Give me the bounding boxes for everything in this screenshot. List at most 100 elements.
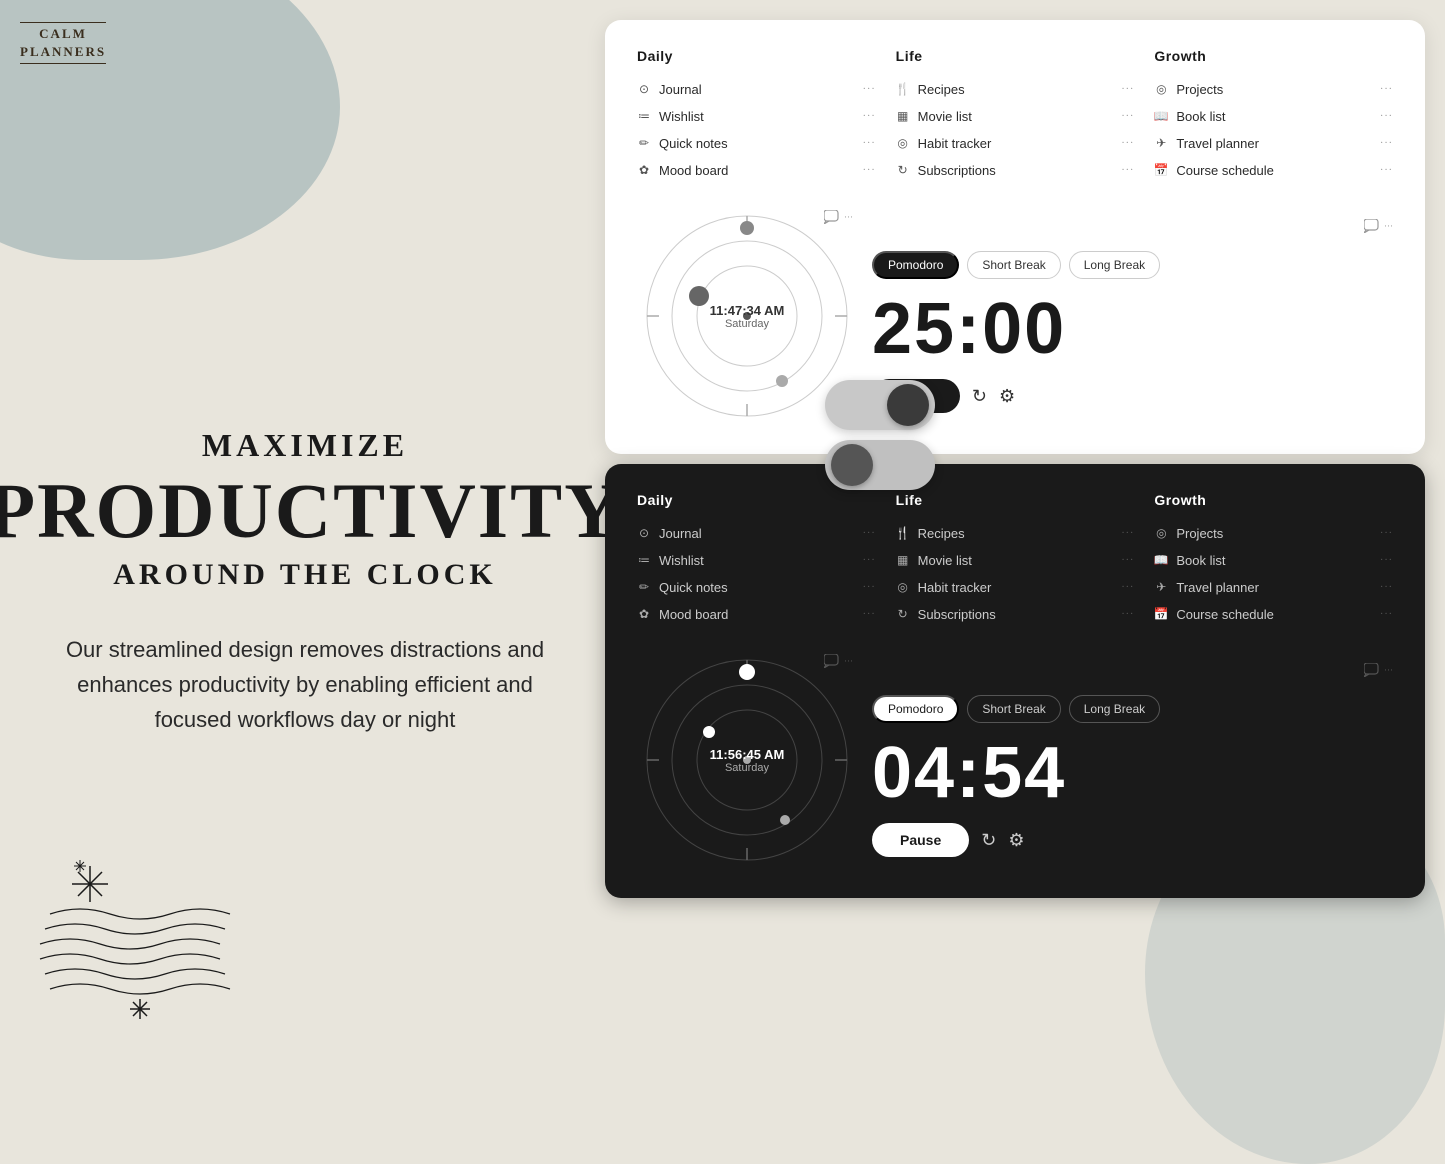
dark-nav-item-courseschedule[interactable]: 📅 Course schedule ···: [1154, 601, 1393, 628]
dark-nav-item-wishlist[interactable]: ≔ Wishlist ···: [637, 547, 876, 574]
dark-nav-item-habittracker[interactable]: ◎ Habit tracker ···: [896, 574, 1135, 601]
wishlist-label: Wishlist: [659, 109, 704, 124]
daily-title: Daily: [637, 48, 876, 64]
light-timer-row: 11:47:34 AM Saturday ··· ··· Pomodoro: [637, 206, 1393, 426]
recipes-label: Recipes: [918, 82, 965, 97]
dark-nav-item-recipes[interactable]: 🍴 Recipes ···: [896, 520, 1135, 547]
nav-item-journal[interactable]: ⊙ Journal ···: [637, 76, 876, 103]
dark-mode-card: Daily ⊙ Journal ··· ≔ Wishlist ···: [605, 464, 1425, 898]
nav-item-moodboard[interactable]: ✿ Mood board ···: [637, 157, 876, 184]
dark-nav-item-travelplanner[interactable]: ✈ Travel planner ···: [1154, 574, 1393, 601]
pomo-tab-short-dark[interactable]: Short Break: [967, 695, 1060, 723]
dark-booklist-label: Book list: [1176, 553, 1225, 568]
maximize-text: MAXIMIZE: [0, 427, 623, 464]
dark-pomo-tabs: Pomodoro Short Break Long Break: [872, 695, 1393, 723]
dark-pomodoro-widget: ··· Pomodoro Short Break Long Break 04:5…: [872, 650, 1393, 870]
nav-item-projects[interactable]: ◎ Projects ···: [1154, 76, 1393, 103]
pomo-tab-short-light[interactable]: Short Break: [967, 251, 1060, 279]
clock-day-light: Saturday: [710, 318, 785, 330]
light-timer-display: 25:00: [872, 293, 1393, 365]
dark-moodboard-label: Mood board: [659, 607, 728, 622]
dark-nav-item-projects[interactable]: ◎ Projects ···: [1154, 520, 1393, 547]
clock-center-light: 11:47:34 AM Saturday: [710, 303, 785, 330]
dark-nav-item-booklist[interactable]: 📖 Book list ···: [1154, 547, 1393, 574]
light-pomo-tabs: Pomodoro Short Break Long Break: [872, 251, 1393, 279]
subscriptions-icon: ↻: [896, 164, 910, 178]
nav-item-habittracker[interactable]: ◎ Habit tracker ···: [896, 130, 1135, 157]
dark-nav-item-subscriptions[interactable]: ↻ Subscriptions ···: [896, 601, 1135, 628]
pomo-tab-long-dark[interactable]: Long Break: [1069, 695, 1160, 723]
dark-courseschedule-label: Course schedule: [1176, 607, 1274, 622]
dark-movielist-icon: ▦: [896, 554, 910, 568]
dark-pause-button[interactable]: Pause: [872, 823, 969, 857]
moodboard-icon: ✿: [637, 164, 651, 178]
dark-nav-item-movielist[interactable]: ▦ Movie list ···: [896, 547, 1135, 574]
nav-item-subscriptions[interactable]: ↻ Subscriptions ···: [896, 157, 1135, 184]
dark-courseschedule-icon: 📅: [1154, 608, 1168, 622]
movielist-label: Movie list: [918, 109, 972, 124]
booklist-label: Book list: [1176, 109, 1225, 124]
left-panel: MAXIMIZE PRODUCTIVITY AROUND THE CLOCK O…: [0, 0, 610, 1084]
travelplanner-label: Travel planner: [1176, 136, 1259, 151]
habittracker-label: Habit tracker: [918, 136, 992, 151]
booklist-icon: 📖: [1154, 110, 1168, 124]
light-pomodoro-widget: ··· Pomodoro Short Break Long Break 25:0…: [872, 206, 1393, 426]
toggle-switch-off[interactable]: [825, 440, 935, 490]
habittracker-icon: ◎: [896, 137, 910, 151]
dark-travelplanner-label: Travel planner: [1176, 580, 1259, 595]
dark-recipes-label: Recipes: [918, 526, 965, 541]
nav-item-movielist[interactable]: ▦ Movie list ···: [896, 103, 1135, 130]
dark-habittracker-label: Habit tracker: [918, 580, 992, 595]
light-mode-card: Daily ⊙ Journal ··· ≔ Wishlist ···: [605, 20, 1425, 454]
quicknotes-icon: ✏: [637, 137, 651, 151]
light-refresh-icon[interactable]: ↻: [972, 386, 987, 407]
nav-item-booklist[interactable]: 📖 Book list ···: [1154, 103, 1393, 130]
headline-area: MAXIMIZE PRODUCTIVITY AROUND THE CLOCK O…: [0, 427, 623, 738]
journal-icon: ⊙: [637, 83, 651, 97]
chat-bubble-dark: ···: [824, 654, 853, 668]
quicknotes-label: Quick notes: [659, 136, 728, 151]
pomo-chat-dark: ···: [872, 663, 1393, 677]
pomo-tab-pomodoro-dark[interactable]: Pomodoro: [872, 695, 959, 723]
daily-column: Daily ⊙ Journal ··· ≔ Wishlist ···: [637, 48, 876, 184]
productivity-text: PRODUCTIVITY: [0, 472, 623, 550]
light-settings-icon[interactable]: ⚙: [999, 386, 1015, 407]
dark-growth-title: Growth: [1154, 492, 1393, 508]
dark-timer-row: 11:56:45 AM Saturday ··· ··· Pomodoro: [637, 650, 1393, 870]
dark-booklist-icon: 📖: [1154, 554, 1168, 568]
life-title: Life: [896, 48, 1135, 64]
pomo-tab-pomodoro-light[interactable]: Pomodoro: [872, 251, 959, 279]
dark-nav-item-moodboard[interactable]: ✿ Mood board ···: [637, 601, 876, 628]
right-panel: Daily ⊙ Journal ··· ≔ Wishlist ···: [585, 0, 1445, 1084]
dark-subscriptions-label: Subscriptions: [918, 607, 996, 622]
dark-refresh-icon[interactable]: ↻: [981, 830, 996, 851]
nav-item-quicknotes[interactable]: ✏ Quick notes ···: [637, 130, 876, 157]
journal-label: Journal: [659, 82, 702, 97]
dark-habittracker-icon: ◎: [896, 581, 910, 595]
dark-growth-column: Growth ◎ Projects ··· 📖 Book list ···: [1154, 492, 1393, 628]
dark-nav-item-journal[interactable]: ⊙ Journal ···: [637, 520, 876, 547]
dark-settings-icon[interactable]: ⚙: [1008, 830, 1024, 851]
toggle-switch-on[interactable]: [825, 380, 935, 430]
life-column: Life 🍴 Recipes ··· ▦ Movie list ···: [896, 48, 1135, 184]
dark-quicknotes-label: Quick notes: [659, 580, 728, 595]
pomo-chat-light: ···: [872, 219, 1393, 233]
wishlist-icon: ≔: [637, 110, 651, 124]
pomo-tab-long-light[interactable]: Long Break: [1069, 251, 1160, 279]
dark-moodboard-icon: ✿: [637, 608, 651, 622]
dark-nav-item-quicknotes[interactable]: ✏ Quick notes ···: [637, 574, 876, 601]
around-text: AROUND THE CLOCK: [0, 558, 623, 592]
nav-item-recipes[interactable]: 🍴 Recipes ···: [896, 76, 1135, 103]
dark-journal-label: Journal: [659, 526, 702, 541]
clock-time-dark: 11:56:45 AM: [710, 747, 785, 762]
light-nav-grid: Daily ⊙ Journal ··· ≔ Wishlist ···: [637, 48, 1393, 184]
dark-projects-label: Projects: [1176, 526, 1223, 541]
dark-nav-grid: Daily ⊙ Journal ··· ≔ Wishlist ···: [637, 492, 1393, 628]
projects-label: Projects: [1176, 82, 1223, 97]
dark-subscriptions-icon: ↻: [896, 608, 910, 622]
dark-daily-column: Daily ⊙ Journal ··· ≔ Wishlist ···: [637, 492, 876, 628]
nav-item-wishlist[interactable]: ≔ Wishlist ···: [637, 103, 876, 130]
nav-item-travelplanner[interactable]: ✈ Travel planner ···: [1154, 130, 1393, 157]
nav-item-courseschedule[interactable]: 📅 Course schedule ···: [1154, 157, 1393, 184]
clock-center-dark: 11:56:45 AM Saturday: [710, 747, 785, 774]
